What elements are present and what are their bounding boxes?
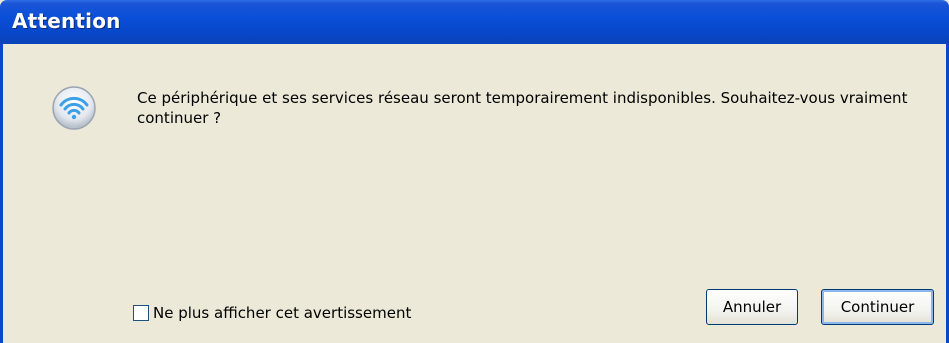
cancel-button[interactable]: Annuler (706, 289, 798, 325)
alert-dialog: Attention Ce périphérique et ses service… (0, 0, 949, 343)
dont-show-again-checkbox[interactable] (133, 305, 149, 321)
wifi-icon (50, 84, 98, 132)
dont-show-again-row[interactable]: Ne plus afficher cet avertissement (133, 302, 411, 324)
dont-show-again-label[interactable]: Ne plus afficher cet avertissement (153, 304, 411, 322)
dialog-title: Attention (12, 9, 121, 33)
title-bar[interactable]: Attention (0, 0, 949, 44)
continue-button[interactable]: Continuer (821, 289, 934, 325)
dialog-body: Ce périphérique et ses services réseau s… (3, 44, 946, 343)
dialog-message: Ce périphérique et ses services réseau s… (137, 89, 908, 127)
